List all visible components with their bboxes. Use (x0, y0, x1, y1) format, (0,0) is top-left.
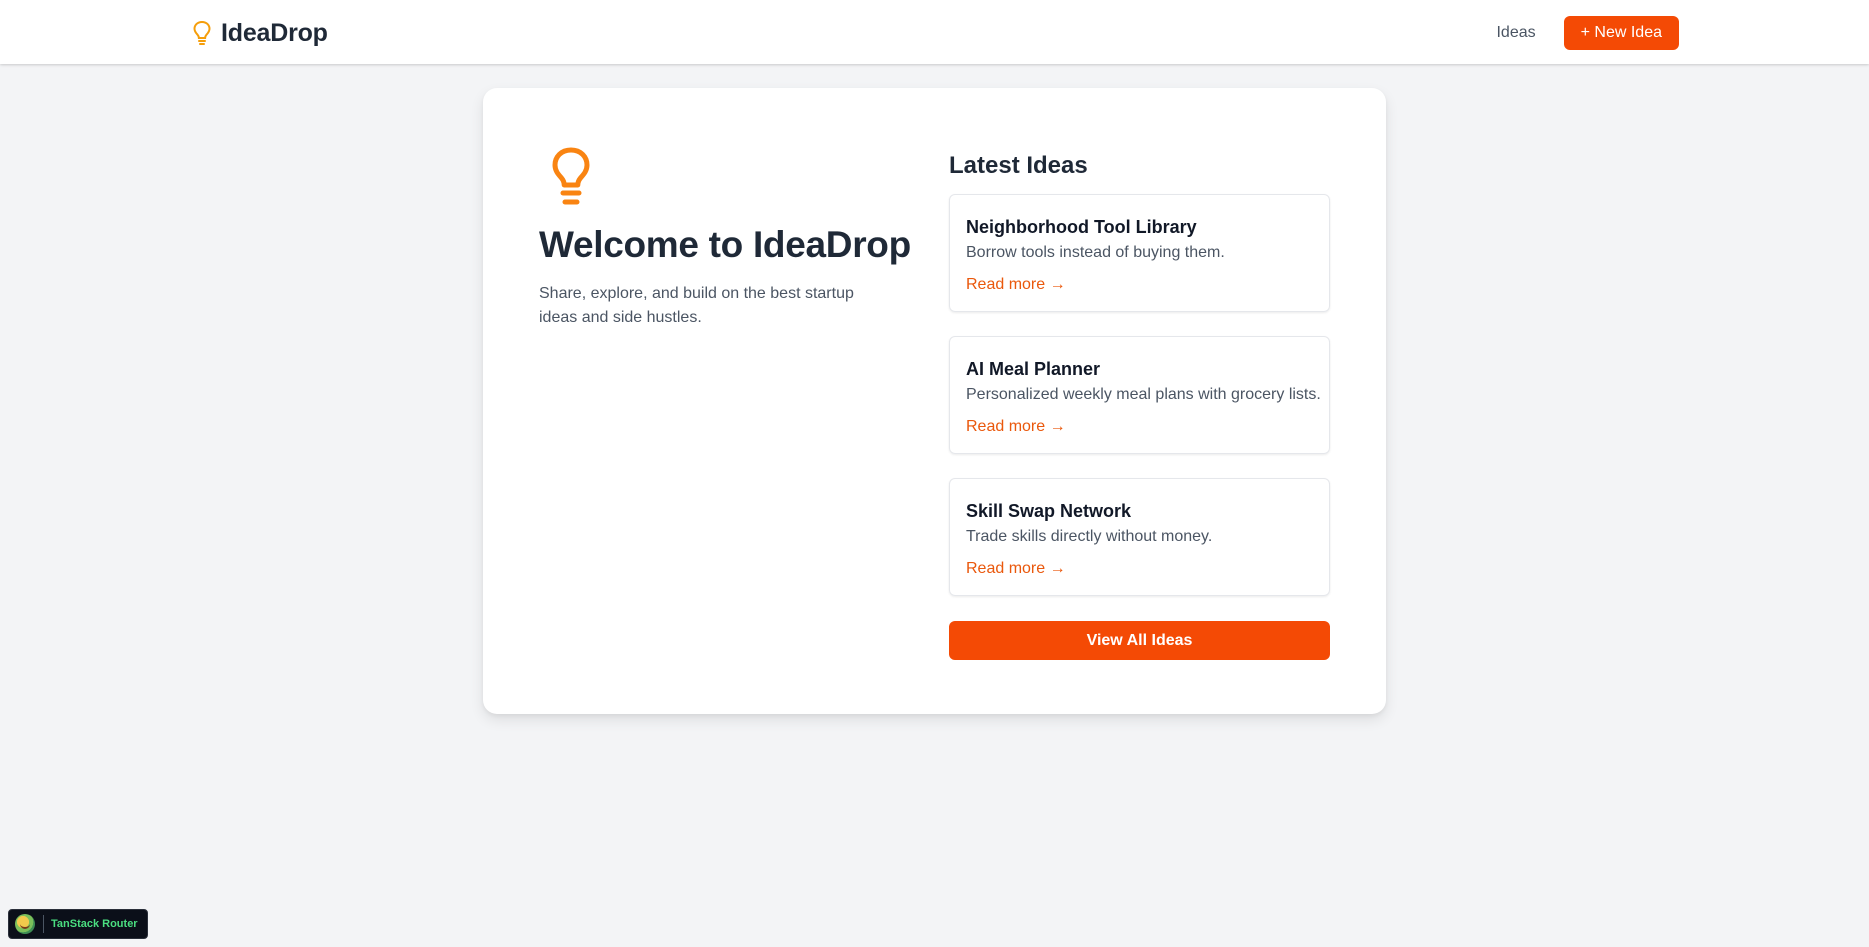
hero-subtitle: Share, explore, and build on the best st… (539, 285, 854, 326)
welcome-card: Welcome to IdeaDrop Share, explore, and … (483, 88, 1386, 714)
read-more-link[interactable]: Read more → (966, 558, 1066, 580)
idea-card: AI Meal Planner Personalized weekly meal… (949, 336, 1330, 454)
page-title: Welcome to IdeaDrop (539, 224, 911, 265)
new-idea-button[interactable]: + New Idea (1563, 16, 1679, 50)
idea-summary: Trade skills directly without money. (966, 528, 1213, 545)
devtools-label: TanStack Router (51, 918, 138, 930)
brand-home-link[interactable]: IdeaDrop (192, 18, 328, 48)
idea-title: AI Meal Planner (966, 359, 1101, 379)
tanstack-router-devtools-toggle[interactable]: TanStack Router (8, 909, 148, 939)
idea-summary: Personalized weekly meal plans with groc… (966, 386, 1321, 403)
lightbulb-icon (193, 20, 211, 45)
idea-summary: Borrow tools instead of buying them. (966, 244, 1225, 261)
read-more-link[interactable]: Read more → (966, 416, 1066, 438)
idea-card: Skill Swap Network Trade skills directly… (949, 478, 1330, 596)
divider (43, 915, 44, 933)
latest-ideas-section: Latest Ideas Neighborhood Tool Library B… (949, 146, 1330, 660)
brand-name: IdeaDrop (221, 18, 328, 47)
hero-section: Welcome to IdeaDrop Share, explore, and … (539, 146, 919, 330)
lightbulb-icon (552, 147, 590, 205)
nav-link-ideas[interactable]: Ideas (1496, 16, 1535, 50)
idea-list: Neighborhood Tool Library Borrow tools i… (949, 194, 1330, 596)
idea-card: Neighborhood Tool Library Borrow tools i… (949, 194, 1330, 312)
idea-title: Neighborhood Tool Library (966, 217, 1197, 237)
latest-ideas-heading: Latest Ideas (949, 152, 1088, 179)
idea-title: Skill Swap Network (966, 501, 1132, 521)
top-navbar: IdeaDrop Ideas + New Idea (0, 0, 1869, 64)
read-more-link[interactable]: Read more → (966, 274, 1066, 296)
tanstack-logo-icon (15, 914, 35, 934)
view-all-ideas-button[interactable]: View All Ideas (949, 621, 1330, 660)
main-nav: Ideas + New Idea (1496, 16, 1679, 50)
